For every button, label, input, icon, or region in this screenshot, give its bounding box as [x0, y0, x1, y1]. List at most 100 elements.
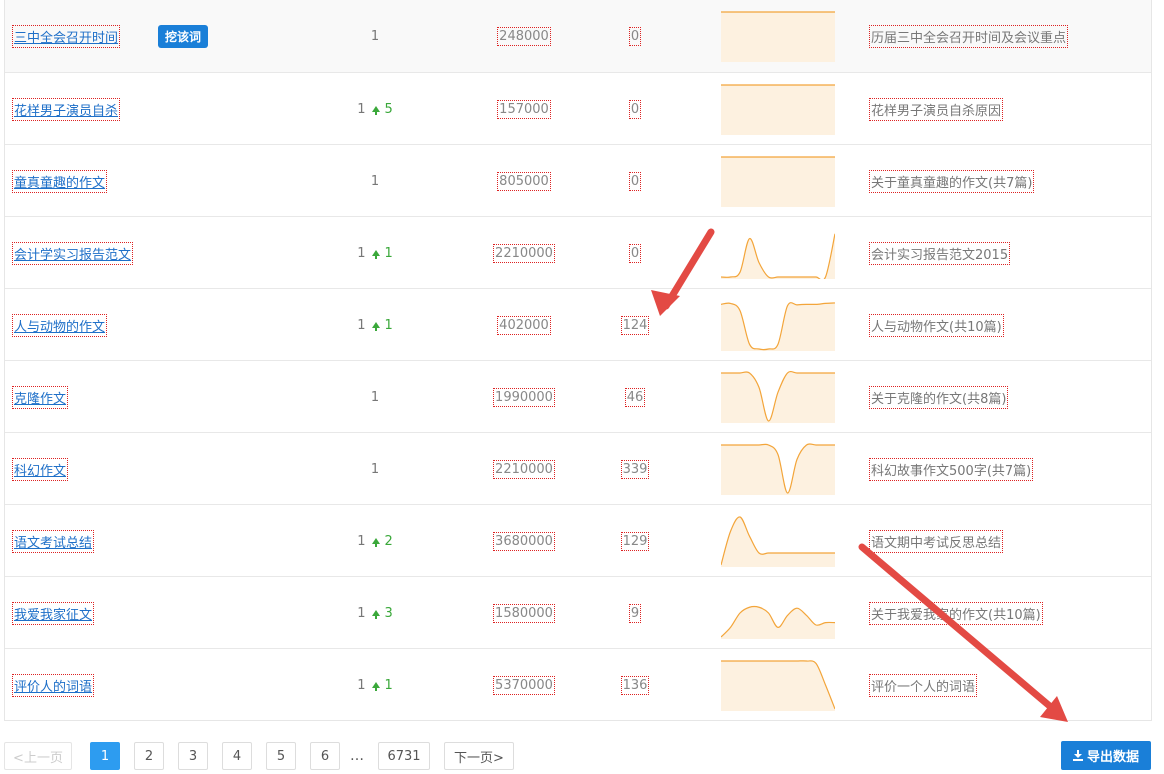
- index-cell: 5370000: [479, 649, 569, 721]
- results-value: 0: [628, 99, 642, 119]
- keyword-link[interactable]: 童真童趣的作文: [11, 169, 108, 193]
- trend-cell: [721, 73, 835, 145]
- rank-cell: 11: [335, 649, 415, 721]
- trend-sparkline: [721, 302, 835, 351]
- trend-cell: [721, 505, 835, 577]
- related-cell: 会计实习报告范文2015: [868, 217, 1011, 289]
- rank-value: 1: [370, 461, 380, 477]
- up-arrow-icon: [371, 106, 380, 115]
- index-value: 2210000: [493, 243, 555, 263]
- index-cell: 2210000: [479, 217, 569, 289]
- trend-sparkline: [721, 660, 835, 711]
- keyword-link[interactable]: 花样男子演员自杀: [11, 97, 121, 121]
- page-button-5[interactable]: 5: [266, 742, 296, 770]
- trend-area: [721, 516, 835, 567]
- results-cell: 136: [595, 649, 675, 721]
- related-cell: 关于童真童趣的作文(共7篇): [868, 145, 1035, 217]
- page-button-6[interactable]: 6: [310, 742, 340, 770]
- rank-value: 1: [357, 245, 366, 261]
- page-button-2[interactable]: 2: [134, 742, 164, 770]
- export-data-button[interactable]: 导出数据: [1061, 741, 1151, 770]
- trend-area: [721, 85, 835, 135]
- table-row: 会计学实习报告范文 1 1 2210000 0 会计实习报告范文2015: [5, 216, 1151, 288]
- related-cell: 关于我爱我家的作文(共10篇): [869, 577, 1043, 649]
- rank-cell: 11: [335, 217, 415, 289]
- page-button-1[interactable]: 1: [90, 742, 120, 770]
- keyword-cell: 克隆作文: [11, 361, 69, 433]
- trend-cell: [721, 361, 835, 433]
- results-value: 129: [620, 531, 650, 551]
- results-value: 0: [628, 171, 642, 191]
- page-button-3[interactable]: 3: [178, 742, 208, 770]
- rank-value: 1: [357, 533, 366, 549]
- results-cell: 129: [595, 505, 675, 577]
- results-cell: 46: [595, 361, 675, 433]
- trend-sparkline: [721, 11, 835, 62]
- trend-sparkline: [721, 233, 835, 279]
- trend-sparkline: [721, 156, 835, 207]
- trend-cell: [721, 289, 835, 361]
- index-cell: 402000: [479, 289, 569, 361]
- up-arrow-icon: [371, 682, 380, 691]
- keyword-link[interactable]: 评价人的词语: [11, 673, 95, 697]
- index-value: 157000: [497, 99, 551, 119]
- up-arrow-icon: [371, 250, 380, 259]
- table-row: 童真童趣的作文 1 805000 0 关于童真童趣的作文(共7篇): [5, 144, 1151, 216]
- rank-change: 1: [371, 678, 393, 693]
- keyword-link[interactable]: 三中全会召开时间: [11, 24, 121, 48]
- table-row: 评价人的词语 1 1 5370000 136 评价一个人的词语: [5, 648, 1151, 720]
- keyword-link[interactable]: 克隆作文: [11, 385, 69, 409]
- keyword-cell: 童真童趣的作文: [11, 145, 108, 217]
- download-icon: [1072, 750, 1083, 761]
- trend-sparkline: [721, 371, 835, 423]
- related-cell: 花样男子演员自杀原因: [868, 73, 1004, 145]
- related-title: 关于童真童趣的作文(共7篇): [868, 169, 1035, 193]
- trend-area: [721, 371, 835, 423]
- keyword-cell: 我爱我家征文: [11, 577, 95, 649]
- index-value: 1990000: [493, 387, 555, 407]
- keyword-link[interactable]: 会计学实习报告范文: [11, 241, 134, 265]
- trend-cell: [721, 217, 835, 289]
- keyword-link[interactable]: 科幻作文: [11, 457, 69, 481]
- results-value: 0: [628, 243, 642, 263]
- related-title: 评价一个人的词语: [868, 673, 978, 697]
- index-cell: 3680000: [479, 505, 569, 577]
- page-button-4[interactable]: 4: [222, 742, 252, 770]
- results-cell: 9: [595, 577, 675, 649]
- keyword-link[interactable]: 我爱我家征文: [11, 601, 95, 625]
- related-cell: 评价一个人的词语: [868, 649, 978, 721]
- keyword-cell: 三中全会召开时间 挖该词: [11, 0, 209, 72]
- rank-change-value: 1: [384, 245, 393, 261]
- next-page-button[interactable]: 下一页>: [444, 742, 514, 770]
- related-cell: 关于克隆的作文(共8篇): [868, 361, 1009, 433]
- export-data-label: 导出数据: [1086, 750, 1139, 765]
- related-cell: 人与动物作文(共10篇): [869, 289, 1004, 361]
- results-value: 136: [620, 675, 650, 695]
- trend-area: [721, 606, 835, 639]
- index-value: 402000: [497, 315, 551, 335]
- page-button-6731[interactable]: 6731: [378, 742, 430, 770]
- rank-change-value: 3: [384, 605, 393, 621]
- keyword-link[interactable]: 人与动物的作文: [11, 313, 108, 337]
- keyword-table: 三中全会召开时间 挖该词 1 248000 0 历届三中全会召开时间及会议重点 花样男子演员…: [4, 0, 1152, 721]
- related-title: 科幻故事作文500字(共7篇): [868, 457, 1034, 481]
- table-row: 科幻作文 1 2210000 339 科幻故事作文500字(共7篇): [5, 432, 1151, 504]
- rank-change-value: 5: [384, 101, 393, 117]
- index-value: 2210000: [493, 459, 555, 479]
- related-title: 人与动物作文(共10篇): [869, 313, 1004, 337]
- table-row: 三中全会召开时间 挖该词 1 248000 0 历届三中全会召开时间及会议重点: [5, 0, 1151, 72]
- rank-value: 1: [370, 389, 380, 405]
- trend-sparkline: [721, 605, 835, 639]
- keyword-cell: 会计学实习报告范文: [11, 217, 134, 289]
- up-arrow-icon: [371, 610, 380, 619]
- table-row: 人与动物的作文 1 1 402000 124 人与动物作文(共10篇): [5, 288, 1151, 360]
- keyword-link[interactable]: 语文考试总结: [11, 529, 95, 553]
- trend-line: [721, 233, 835, 279]
- rank-change: 1: [371, 318, 393, 333]
- mine-keyword-button[interactable]: 挖该词: [158, 24, 209, 48]
- rank-change: 2: [371, 534, 393, 549]
- rank-value: 1: [370, 28, 380, 44]
- rank-cell: 15: [335, 73, 415, 145]
- prev-page-button[interactable]: <上一页: [4, 742, 72, 770]
- trend-cell: [721, 433, 835, 505]
